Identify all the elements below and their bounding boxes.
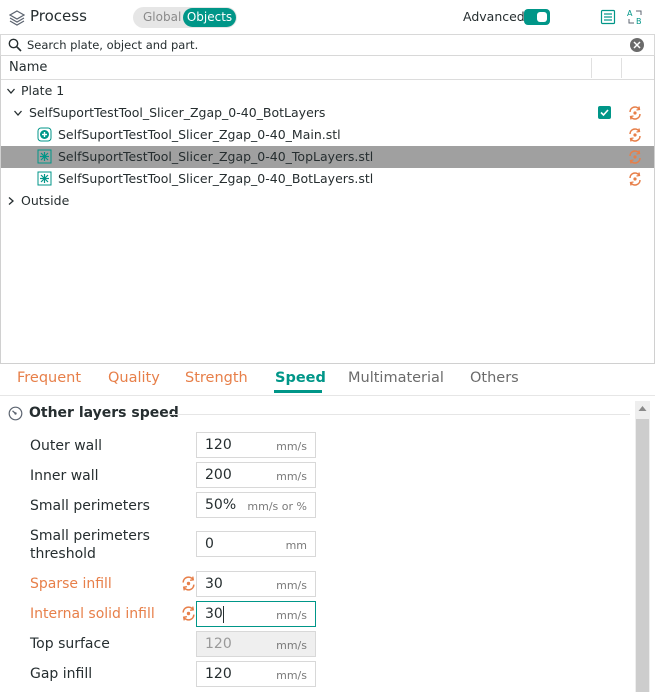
search-bar <box>0 34 655 56</box>
scrollbar-thumb[interactable] <box>636 419 649 692</box>
section-title: Other layers speed <box>29 405 179 421</box>
process-header: Process Global Objects Advanced A B <box>0 0 655 34</box>
param-label: Top surface <box>30 636 110 652</box>
modified-settings-icon[interactable] <box>627 127 643 143</box>
part-label: SelfSuportTestTool_Slicer_Zgap_0-40_BotL… <box>58 171 374 186</box>
advanced-toggle[interactable] <box>524 9 550 25</box>
advanced-label: Advanced <box>463 9 525 24</box>
param-unit: mm/s <box>276 579 307 592</box>
param-unit: mm <box>285 539 307 552</box>
column-divider <box>591 58 592 78</box>
tab-strength[interactable]: Strength <box>185 370 248 386</box>
param-value: 120 <box>205 437 232 453</box>
settings-panel: Other layers speed Outer wall 120 mm/s I… <box>0 397 655 692</box>
param-value: 30 <box>205 606 223 622</box>
global-objects-switch[interactable]: Global Objects <box>133 7 237 28</box>
object-label: SelfSuportTestTool_Slicer_Zgap_0-40_BotL… <box>29 105 326 120</box>
tree-row-outside[interactable]: Outside <box>1 190 654 212</box>
settings-scrollbar[interactable] <box>635 401 650 692</box>
param-value: 0 <box>205 536 214 552</box>
param-label: threshold <box>30 546 96 562</box>
support-blocker-icon <box>37 171 52 186</box>
param-unit: mm/s <box>276 669 307 682</box>
tree-row-part[interactable]: SelfSuportTestTool_Slicer_Zgap_0-40_BotL… <box>1 168 654 190</box>
param-label-modified: Internal solid infill <box>30 606 155 622</box>
reset-value-icon[interactable] <box>180 605 197 622</box>
parameter-list-icon[interactable] <box>600 9 616 25</box>
column-divider <box>621 58 622 78</box>
modified-settings-icon[interactable] <box>627 105 643 121</box>
svg-text:B: B <box>636 17 642 26</box>
param-value: 30 <box>205 576 223 592</box>
param-value: 200 <box>205 467 232 483</box>
small-perimeters-speed-input[interactable]: 50% mm/s or % <box>196 492 316 518</box>
top-surface-speed-input: 120 mm/s <box>196 631 316 657</box>
part-label: SelfSuportTestTool_Slicer_Zgap_0-40_Main… <box>58 127 341 142</box>
compare-swap-icon[interactable]: A B <box>626 8 644 26</box>
clear-search-icon[interactable] <box>629 37 645 53</box>
param-value: 120 <box>205 666 232 682</box>
tab-speed[interactable]: Speed <box>275 370 326 386</box>
sparse-infill-speed-input[interactable]: 30 mm/s <box>196 571 316 597</box>
svg-text:A: A <box>627 9 633 18</box>
tab-quality[interactable]: Quality <box>108 370 160 386</box>
modified-settings-icon[interactable] <box>627 171 643 187</box>
reset-value-icon[interactable] <box>180 575 197 592</box>
tab-frequent[interactable]: Frequent <box>17 370 81 386</box>
param-unit: mm/s or % <box>247 500 307 513</box>
tree-row-part-selected[interactable]: SelfSuportTestTool_Slicer_Zgap_0-40_TopL… <box>1 146 654 168</box>
object-visible-checkbox[interactable] <box>598 106 611 119</box>
param-label: Small perimeters <box>30 528 150 544</box>
param-value: 50% <box>205 497 237 513</box>
search-input[interactable] <box>27 36 617 54</box>
object-tree: Name Plate 1 SelfSuportTestTool_Slicer_Z… <box>0 56 655 364</box>
layers-icon <box>9 10 25 26</box>
tree-row-plate[interactable]: Plate 1 <box>1 80 654 102</box>
text-caret <box>223 606 224 623</box>
param-unit: mm/s <box>276 470 307 483</box>
param-label: Small perimeters <box>30 498 150 514</box>
tree-row-part[interactable]: SelfSuportTestTool_Slicer_Zgap_0-40_Main… <box>1 124 654 146</box>
tab-others[interactable]: Others <box>470 370 519 386</box>
inner-wall-speed-input[interactable]: 200 mm/s <box>196 462 316 488</box>
plate-label: Plate 1 <box>21 83 65 98</box>
speedometer-icon <box>8 406 23 421</box>
param-label: Gap infill <box>30 666 93 682</box>
objects-option[interactable]: Objects <box>183 8 236 27</box>
column-name[interactable]: Name <box>9 60 47 75</box>
chevron-down-icon[interactable] <box>6 86 16 96</box>
param-unit: mm/s <box>276 609 307 622</box>
settings-tabs: Frequent Quality Strength Speed Multimat… <box>0 364 655 396</box>
toggle-knob <box>537 12 547 22</box>
part-label: SelfSuportTestTool_Slicer_Zgap_0-40_TopL… <box>58 149 374 164</box>
outer-wall-speed-input[interactable]: 120 mm/s <box>196 432 316 458</box>
tab-multimaterial[interactable]: Multimaterial <box>348 370 444 386</box>
panel-title: Process <box>30 7 87 25</box>
param-label-modified: Sparse infill <box>30 576 112 592</box>
section-divider <box>168 414 630 415</box>
modified-settings-icon[interactable] <box>627 149 643 165</box>
active-tab-indicator <box>274 390 322 393</box>
add-part-icon <box>37 127 52 142</box>
tree-row-object[interactable]: SelfSuportTestTool_Slicer_Zgap_0-40_BotL… <box>1 102 654 124</box>
global-option[interactable]: Global <box>143 10 181 24</box>
check-icon <box>600 109 609 117</box>
support-blocker-icon <box>37 149 52 164</box>
chevron-down-icon[interactable] <box>13 108 23 118</box>
internal-solid-infill-speed-input[interactable]: 30 mm/s <box>196 601 316 627</box>
param-unit: mm/s <box>276 639 307 652</box>
chevron-right-icon[interactable] <box>6 196 16 206</box>
search-icon <box>8 38 22 52</box>
scroll-up-icon[interactable] <box>638 405 647 412</box>
param-label: Inner wall <box>30 468 99 484</box>
small-perimeters-threshold-input[interactable]: 0 mm <box>196 531 316 557</box>
tree-header: Name <box>1 56 654 80</box>
param-value: 120 <box>205 636 232 652</box>
outside-label: Outside <box>21 193 70 208</box>
param-unit: mm/s <box>276 440 307 453</box>
gap-infill-speed-input[interactable]: 120 mm/s <box>196 661 316 687</box>
param-label: Outer wall <box>30 438 103 454</box>
